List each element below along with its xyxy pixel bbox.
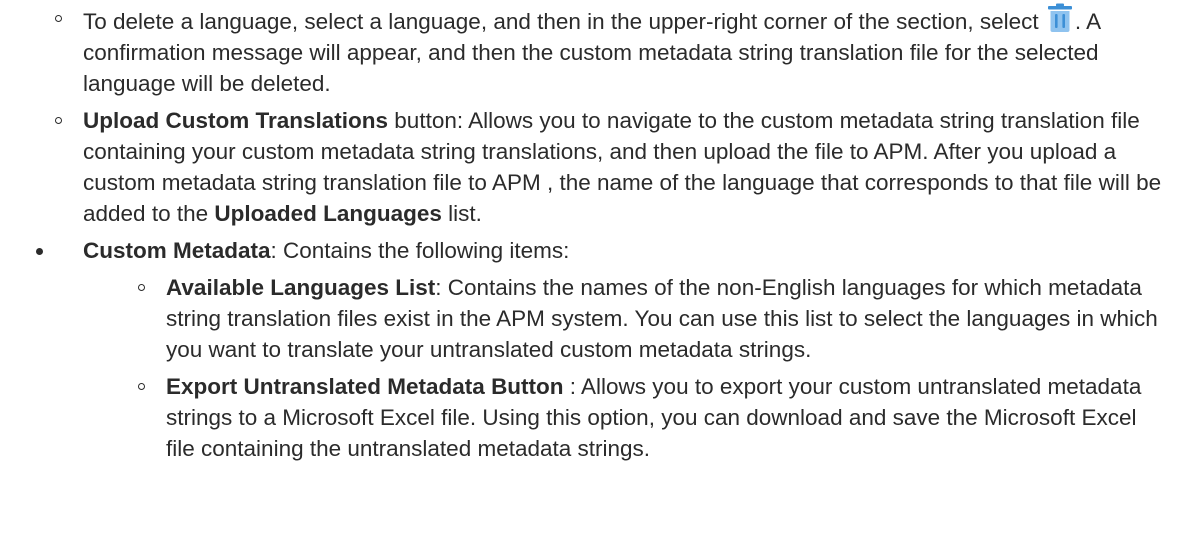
custom-metadata-sub-list: Available Languages List: Contains the n…	[83, 272, 1176, 464]
custom-metadata-text: : Contains the following items:	[270, 238, 570, 263]
upload-button-label: Upload Custom Translations	[83, 108, 389, 133]
list-item-available-languages: Available Languages List: Contains the n…	[83, 272, 1176, 365]
sub-list: To delete a language, select a language,…	[0, 3, 1176, 229]
delete-text-before: To delete a language, select a language,…	[83, 9, 1045, 34]
list-item-delete-language: To delete a language, select a language,…	[0, 3, 1176, 99]
list-item-custom-metadata: Custom Metadata: Contains the following …	[0, 235, 1190, 464]
list-item-upload-translations: Upload Custom Translations button: Allow…	[0, 105, 1176, 229]
trash-icon	[1047, 3, 1072, 32]
available-languages-label: Available Languages List	[166, 275, 436, 300]
custom-metadata-label: Custom Metadata	[83, 238, 271, 263]
list-item-continued: To delete a language, select a language,…	[0, 3, 1190, 229]
export-untranslated-label: Export Untranslated Metadata Button	[166, 374, 564, 399]
uploaded-languages-label: Uploaded Languages	[214, 201, 442, 226]
upload-text-2: list.	[441, 201, 482, 226]
top-level-list: To delete a language, select a language,…	[0, 3, 1190, 464]
document-body: To delete a language, select a language,…	[0, 0, 1190, 464]
list-item-export-untranslated: Export Untranslated Metadata Button : Al…	[83, 371, 1176, 464]
